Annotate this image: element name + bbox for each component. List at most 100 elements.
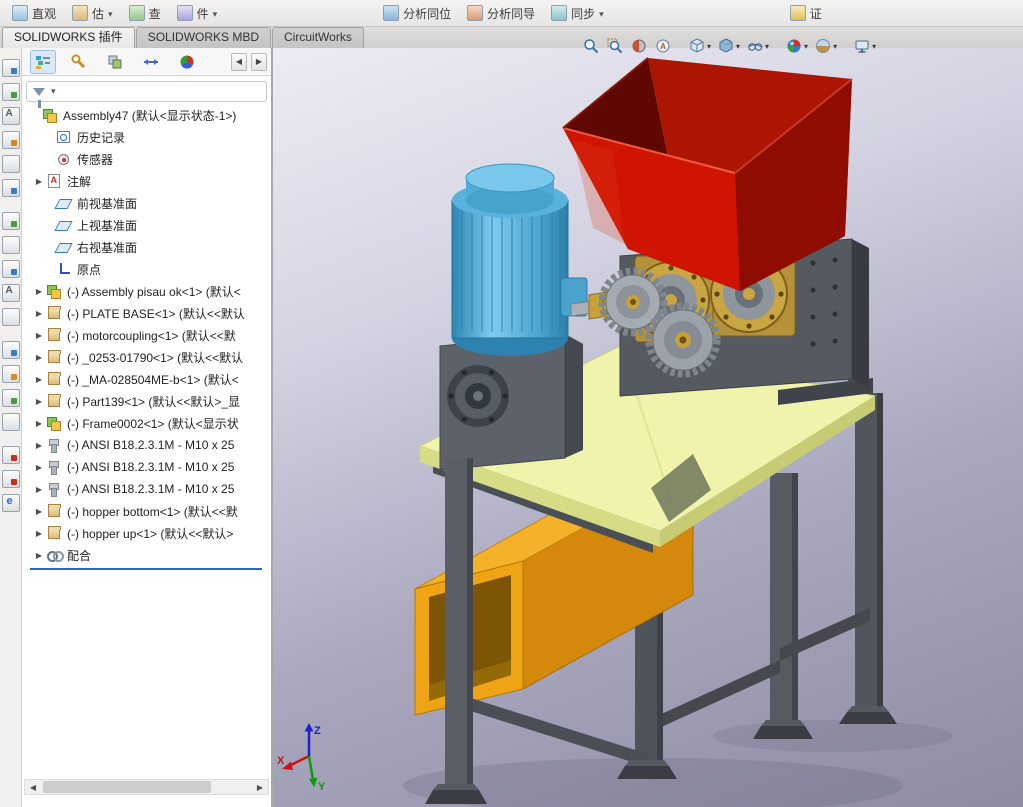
tree-item-sensors[interactable]: 传感器 (22, 148, 271, 170)
scroll-left-button[interactable] (25, 780, 41, 794)
view-orientation-button[interactable]: ▾ (686, 36, 713, 56)
toolbar-button-8[interactable]: 证 (790, 5, 822, 22)
part-icon (46, 305, 62, 321)
tree-item-assembly-pisau[interactable]: (-) Assembly pisau ok<1> (默认< (22, 280, 271, 302)
toolbar-button-1[interactable]: 直观 (12, 5, 56, 22)
render-tool-icon[interactable] (2, 470, 20, 488)
assembly-3d-model[interactable]: X Y Z (273, 48, 1023, 807)
toolbar-button-4[interactable]: 件 (177, 5, 218, 22)
tree-item-ansi-bolt-1[interactable]: (-) ANSI B18.2.3.1M - M10 x 25 (22, 434, 271, 456)
tree-item-right-plane[interactable]: 右视基准面 (22, 236, 271, 258)
panel-tab-scroll-left[interactable] (231, 53, 247, 71)
mold-tool-icon[interactable] (2, 413, 20, 431)
toolbar-button-2[interactable]: 估 (72, 5, 113, 22)
orientation-triad[interactable]: X Y Z (277, 723, 326, 793)
expand-arrow-icon[interactable] (32, 485, 46, 494)
panel-tab-scroll-right[interactable] (251, 53, 267, 71)
apply-scene-button[interactable]: ▾ (812, 36, 839, 56)
tree-item-part139[interactable]: (-) Part139<1> (默认<<默认>_显 (22, 390, 271, 412)
hide-show-items-button[interactable]: ▾ (744, 36, 771, 56)
expand-arrow-icon[interactable] (32, 177, 46, 186)
sketch-tool-icon[interactable] (2, 83, 20, 101)
pattern-tool-icon[interactable] (2, 155, 20, 173)
toolbar-button-6[interactable]: 分析同导 (467, 5, 535, 22)
expand-arrow-icon[interactable] (32, 331, 46, 340)
table-tool-icon[interactable] (2, 365, 20, 383)
display-style-button[interactable]: ▾ (715, 36, 742, 56)
expand-arrow-icon[interactable] (32, 463, 46, 472)
toolbar-icon-1 (12, 5, 28, 21)
tree-item-origin[interactable]: 原点 (22, 258, 271, 280)
configurationmanager-tab[interactable] (102, 50, 128, 74)
zoom-to-area-button[interactable] (604, 36, 626, 56)
tab-solidworks-addins[interactable]: SOLIDWORKS 插件 (2, 27, 135, 48)
expand-arrow-icon[interactable] (32, 441, 46, 450)
expand-arrow-icon[interactable] (32, 309, 46, 318)
hide-show-eye-icon (746, 37, 764, 55)
expand-arrow-icon[interactable] (32, 507, 46, 516)
tree-item-assembly-root[interactable]: Assembly47 (默认<显示状态-1>) (22, 104, 271, 126)
mirror-tool-icon[interactable] (2, 308, 20, 326)
tree-item-frame0002[interactable]: (-) Frame0002<1> (默认<显示状 (22, 412, 271, 434)
view-settings-button[interactable]: ▾ (851, 36, 878, 56)
tree-item-motorcoupling[interactable]: (-) motorcoupling<1> (默认<<默 (22, 324, 271, 346)
expand-arrow-icon[interactable] (32, 397, 46, 406)
dropdown-caret-icon: ▾ (736, 42, 740, 51)
tree-item-mates[interactable]: 配合 (22, 544, 271, 566)
tree-item-hopper-up[interactable]: (-) hopper up<1> (默认<<默认> (22, 522, 271, 544)
grid-tool-icon[interactable] (2, 341, 20, 359)
toolbar-icon-8 (790, 5, 806, 21)
scroll-right-button[interactable] (252, 780, 268, 794)
tree-item-history[interactable]: 历史记录 (22, 126, 271, 148)
toolbar-button-5[interactable]: 分析同位 (383, 5, 451, 22)
toolbar-button-3[interactable]: 查 (129, 5, 161, 22)
plane-icon (56, 195, 72, 211)
expand-arrow-icon[interactable] (32, 529, 46, 538)
expand-arrow-icon[interactable] (32, 419, 46, 428)
tree-item-ansi-bolt-3[interactable]: (-) ANSI B18.2.3.1M - M10 x 25 (22, 478, 271, 500)
tab-solidworks-mbd[interactable]: SOLIDWORKS MBD (136, 27, 271, 48)
trim-tool-icon[interactable] (2, 446, 20, 464)
y-axis-icon (309, 778, 318, 788)
reference-tool-icon[interactable] (2, 260, 20, 278)
steel-frame-leg-front[interactable] (445, 458, 473, 790)
tree-item-0253-01790[interactable]: (-) _0253-01790<1> (默认<<默认 (22, 346, 271, 368)
section-view-button[interactable] (628, 36, 650, 56)
propertymanager-tab[interactable] (66, 50, 92, 74)
zoom-to-fit-button[interactable] (580, 36, 602, 56)
toolbar-label: 查 (149, 5, 161, 22)
scrollbar-thumb[interactable] (43, 781, 211, 793)
weldment-tool-icon[interactable] (2, 389, 20, 407)
annotation-view-button[interactable]: A (652, 36, 674, 56)
featuremanager-design-tree-tab[interactable] (30, 50, 56, 74)
tree-filter[interactable]: ▾ (26, 81, 267, 102)
expand-arrow-icon[interactable] (32, 375, 46, 384)
dimxpertmanager-tab[interactable] (138, 50, 164, 74)
tree-item-plate-base[interactable]: (-) PLATE BASE<1> (默认<<默认 (22, 302, 271, 324)
displaymanager-tab[interactable] (174, 50, 200, 74)
surface-tool-icon[interactable] (2, 212, 20, 230)
graphics-area[interactable]: X Y Z (273, 48, 1023, 807)
expand-arrow-icon[interactable] (32, 353, 46, 362)
edit-appearance-button[interactable]: ▾ (783, 36, 810, 56)
dimension-tool-icon[interactable] (2, 131, 20, 149)
frame-cross-brace[interactable] (458, 694, 648, 767)
scrollbar-track[interactable] (41, 780, 252, 794)
select-tool-icon[interactable] (2, 59, 20, 77)
tree-item-ansi-bolt-2[interactable]: (-) ANSI B18.2.3.1M - M10 x 25 (22, 456, 271, 478)
tree-item-top-plane[interactable]: 上视基准面 (22, 214, 271, 236)
text-style-icon[interactable] (2, 107, 20, 125)
expand-arrow-icon[interactable] (32, 287, 46, 296)
edrawings-icon[interactable] (2, 494, 20, 512)
dropdown-caret-icon: ▾ (833, 42, 837, 51)
toolbar-button-7[interactable]: 同步 (551, 5, 604, 22)
tab-circuitworks[interactable]: CircuitWorks (272, 27, 364, 48)
tree-item-ma-028504me-b[interactable]: (-) _MA-028504ME-b<1> (默认< (22, 368, 271, 390)
tree-item-front-plane[interactable]: 前视基准面 (22, 192, 271, 214)
annotation-a-icon[interactable] (2, 284, 20, 302)
tree-item-hopper-bottom[interactable]: (-) hopper bottom<1> (默认<<默 (22, 500, 271, 522)
fillet-tool-icon[interactable] (2, 236, 20, 254)
tree-item-annotations[interactable]: 注解 (22, 170, 271, 192)
electric-motor[interactable] (452, 164, 587, 356)
curve-tool-icon[interactable] (2, 179, 20, 197)
